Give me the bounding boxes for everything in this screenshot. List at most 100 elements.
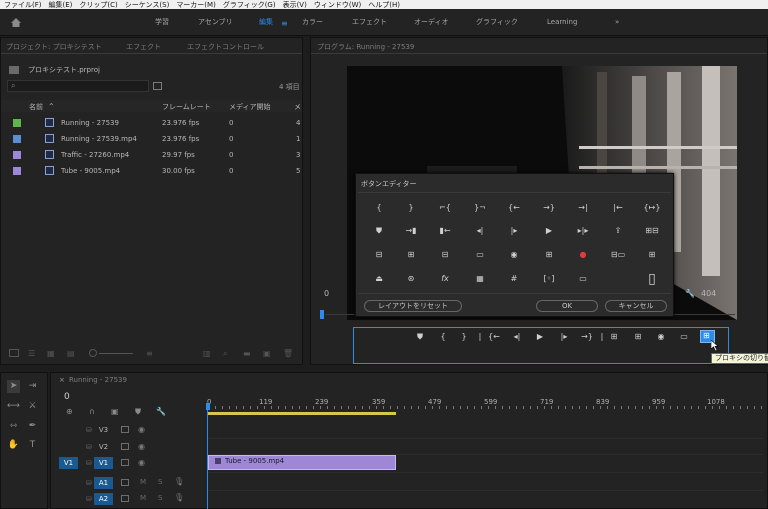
slip-tool-icon[interactable]: ⇿	[7, 420, 20, 433]
track-v1[interactable]: V1	[94, 457, 113, 469]
sync-lock-icon[interactable]	[121, 459, 129, 466]
lock-icon[interactable]: ⛁	[86, 443, 92, 451]
new-bin-icon[interactable]: ▬	[243, 349, 251, 358]
cancel-button[interactable]: キャンセル	[605, 300, 667, 312]
sort-icons-icon[interactable]: ≡	[146, 349, 153, 358]
menu-help[interactable]: ヘルプ(H)	[368, 0, 400, 9]
mark-clip-in-button[interactable]: ⌐{	[434, 201, 456, 215]
settings-icon[interactable]: 🔧	[685, 289, 695, 298]
tab-project[interactable]: プロジェクト: プロキシテスト	[6, 42, 102, 52]
workspace-tab-graphics[interactable]: グラフィック	[476, 9, 518, 36]
menu-window[interactable]: ウィンドウ(W)	[314, 0, 361, 9]
type-tool-icon[interactable]: T	[26, 439, 39, 452]
lock-icon[interactable]: ⛁	[86, 459, 92, 467]
list-view-icon[interactable]: ☰	[28, 349, 35, 358]
show-guides-button[interactable]: #	[503, 272, 525, 286]
track-a1[interactable]: A1	[94, 477, 113, 489]
step-forward-button[interactable]: |▸	[503, 224, 525, 238]
playhead-handle[interactable]	[206, 403, 210, 410]
hand-tool-icon[interactable]: ✋	[7, 439, 20, 452]
export-button[interactable]: ⇪	[607, 224, 629, 238]
mark-in-button[interactable]: {	[368, 201, 390, 215]
comparison-view-button[interactable]: ⊟▭	[607, 248, 629, 262]
go-to-previous-edit-button[interactable]: |←	[607, 201, 629, 215]
spacer-button[interactable]: ▯	[641, 272, 663, 286]
sync-lock-icon[interactable]	[121, 479, 129, 486]
column-frame-rate[interactable]: フレームレート	[162, 102, 211, 112]
mark-clip-out-button[interactable]: }¬	[469, 201, 491, 215]
tab-effect-controls[interactable]: エフェクトコントロール	[187, 42, 264, 52]
mark-in-button[interactable]: {	[435, 331, 451, 343]
tab-sequence[interactable]: Running - 27539	[69, 376, 127, 384]
timeline-settings-icon[interactable]: 🔧	[156, 407, 166, 416]
play-button[interactable]: ▶	[532, 331, 548, 343]
find-icon[interactable]: ⌕	[223, 349, 227, 359]
snap-in-program-monitor-button[interactable]: [◦]	[538, 272, 560, 286]
safe-margins-button[interactable]: ▭	[469, 248, 491, 262]
sort-ascending-icon[interactable]: ⌃	[48, 102, 55, 111]
eye-icon[interactable]: ◉	[138, 458, 145, 467]
timeline-timecode[interactable]: 0	[64, 392, 70, 402]
mark-out-button[interactable]: }	[400, 201, 422, 215]
label-color-swatch[interactable]	[13, 167, 21, 175]
export-frame-button[interactable]: ◉	[653, 331, 669, 343]
workspace-tab-audio[interactable]: オーディオ	[414, 9, 449, 36]
show-rulers-button[interactable]: ▦	[469, 272, 491, 286]
column-media-start[interactable]: メディア開始	[229, 102, 271, 112]
menu-view[interactable]: 表示(V)	[283, 0, 307, 9]
menu-file[interactable]: ファイル(F)	[4, 0, 42, 9]
extract-button[interactable]: ⊞	[400, 248, 422, 262]
menu-graphics[interactable]: グラフィック(G)	[223, 0, 276, 9]
add-marker-icon[interactable]: ⛊	[135, 407, 141, 417]
track-select-tool-icon[interactable]: ⇥	[26, 380, 39, 393]
source-patch-v1[interactable]: V1	[59, 457, 78, 469]
menu-sequence[interactable]: シーケンス(S)	[125, 0, 170, 9]
new-item-icon[interactable]: ▣	[263, 349, 271, 358]
close-icon[interactable]: ×	[59, 376, 65, 384]
eye-icon[interactable]: ◉	[138, 425, 145, 434]
track-v3[interactable]: V3	[94, 424, 113, 436]
track-v2[interactable]: V2	[94, 441, 113, 453]
workspace-tab-effects[interactable]: エフェクト	[352, 9, 387, 36]
freeform-view-icon[interactable]: ▤	[67, 349, 75, 358]
lock-icon[interactable]: ⛁	[86, 426, 92, 434]
selection-tool-icon[interactable]: ➤	[7, 380, 20, 393]
sync-lock-icon[interactable]	[121, 495, 129, 502]
zoom-out-icon[interactable]	[89, 349, 97, 357]
go-to-next-marker-button[interactable]: →▮	[400, 224, 422, 238]
workspace-tab-assembly[interactable]: アセンブリ	[198, 9, 233, 36]
razor-tool-icon[interactable]: ⚔	[26, 400, 39, 413]
menu-clip[interactable]: クリップ(C)	[79, 0, 117, 9]
play-button[interactable]: ▶	[538, 224, 560, 238]
microphone-icon[interactable]: 🎙	[174, 493, 184, 502]
workspace-tab-learn[interactable]: 学習	[155, 9, 169, 36]
step-back-button[interactable]: ◂|	[469, 224, 491, 238]
global-fx-mute-button[interactable]: ⊛	[400, 272, 422, 286]
multi-camera-button[interactable]: ⊞⊟	[641, 224, 663, 238]
microphone-icon[interactable]: 🎙	[174, 477, 184, 486]
export-frame-button[interactable]: ◉	[503, 248, 525, 262]
column-name[interactable]: 名前	[29, 102, 43, 112]
lift-button[interactable]: ⊟	[368, 248, 390, 262]
table-row[interactable]: Tube - 9005.mp4 30.00 fps 0 5	[1, 164, 302, 178]
loop-button[interactable]: ⏏	[368, 272, 390, 286]
workspace-overflow-icon[interactable]: »	[615, 9, 619, 36]
work-area-bar[interactable]	[208, 412, 396, 415]
mute-icon[interactable]: M	[140, 478, 146, 486]
vr-video-button[interactable]: ⊞	[641, 248, 663, 262]
reset-layout-button[interactable]: レイアウトをリセット	[364, 300, 462, 312]
linked-selection-icon[interactable]: ▣	[111, 407, 119, 416]
add-marker-button[interactable]: ⛊	[412, 331, 428, 343]
label-color-swatch[interactable]	[13, 151, 21, 159]
mute-icon[interactable]: M	[140, 494, 146, 502]
go-to-next-edit-button[interactable]: →|	[572, 201, 594, 215]
tab-effects[interactable]: エフェクト	[126, 42, 161, 52]
fx-button[interactable]: fx	[434, 272, 456, 286]
zoom-slider[interactable]	[99, 353, 133, 354]
home-icon[interactable]	[10, 17, 22, 28]
ok-button[interactable]: OK	[536, 300, 598, 312]
snap-icon[interactable]: ∩	[89, 407, 95, 416]
go-to-in-button[interactable]: {←	[503, 201, 525, 215]
overwrite-button[interactable]: ⊞	[538, 248, 560, 262]
extract-button[interactable]: ⊞	[630, 331, 646, 343]
